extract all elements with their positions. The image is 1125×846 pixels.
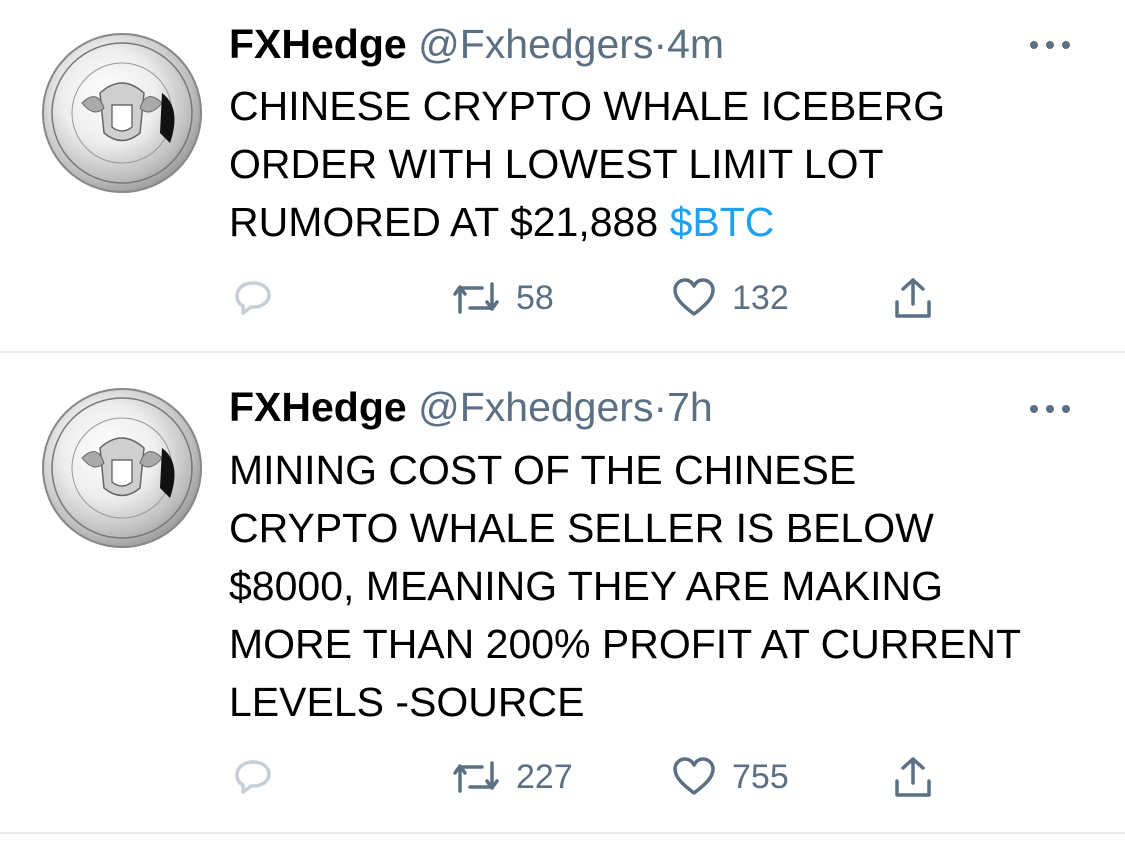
user-handle[interactable]: @Fxhedgers — [418, 21, 653, 67]
silver-coin-icon — [51, 397, 193, 539]
tweet-divider — [0, 832, 1125, 834]
like-count: 132 — [732, 278, 789, 317]
timestamp[interactable]: 4m — [667, 21, 724, 67]
display-name[interactable]: FXHedge — [229, 384, 407, 430]
avatar[interactable] — [42, 33, 202, 193]
share-icon — [895, 278, 931, 318]
action-bar: 58 132 — [229, 270, 1029, 326]
tweet-header: FXHedge @Fxhedgers·7h — [229, 383, 713, 431]
more-icon[interactable] — [1026, 397, 1074, 421]
like-button[interactable]: 132 — [670, 270, 789, 326]
retweet-count: 58 — [516, 278, 554, 317]
share-icon — [895, 757, 931, 797]
tweet[interactable]: FXHedge @Fxhedgers·4m CHINESE CRYPTO WHA… — [0, 0, 1125, 352]
tweet-text-content: MINING COST OF THE CHINESE CRYPTO WHALE … — [229, 447, 1022, 725]
like-icon — [673, 757, 715, 795]
share-button[interactable] — [889, 749, 937, 805]
retweet-count: 227 — [516, 757, 573, 796]
like-count: 755 — [732, 757, 789, 796]
retweet-icon — [453, 761, 499, 793]
tweet-text-content: CHINESE CRYPTO WHALE ICEBERG ORDER WITH … — [229, 83, 946, 245]
like-button[interactable]: 755 — [670, 749, 789, 805]
tweet-text: MINING COST OF THE CHINESE CRYPTO WHALE … — [229, 441, 1099, 731]
timestamp[interactable]: 7h — [667, 384, 713, 430]
retweet-button[interactable]: 227 — [450, 749, 573, 805]
more-icon[interactable] — [1026, 33, 1074, 57]
separator-dot: · — [653, 21, 668, 67]
tweet[interactable]: FXHedge @Fxhedgers·7h MINING COST OF THE… — [0, 353, 1125, 833]
reply-icon — [235, 760, 271, 794]
display-name[interactable]: FXHedge — [229, 21, 407, 67]
reply-icon — [235, 281, 271, 315]
cashtag-link[interactable]: $BTC — [670, 199, 775, 245]
separator-dot: · — [653, 384, 668, 430]
reply-button[interactable] — [229, 749, 277, 805]
tweet-text: CHINESE CRYPTO WHALE ICEBERG ORDER WITH … — [229, 77, 1099, 251]
action-bar: 227 755 — [229, 749, 1029, 805]
silver-coin-icon — [51, 42, 193, 184]
share-button[interactable] — [889, 270, 937, 326]
retweet-icon — [453, 282, 499, 314]
like-icon — [673, 278, 715, 316]
reply-button[interactable] — [229, 270, 277, 326]
avatar[interactable] — [42, 388, 202, 548]
retweet-button[interactable]: 58 — [450, 270, 554, 326]
tweet-header: FXHedge @Fxhedgers·4m — [229, 20, 724, 68]
user-handle[interactable]: @Fxhedgers — [418, 384, 653, 430]
